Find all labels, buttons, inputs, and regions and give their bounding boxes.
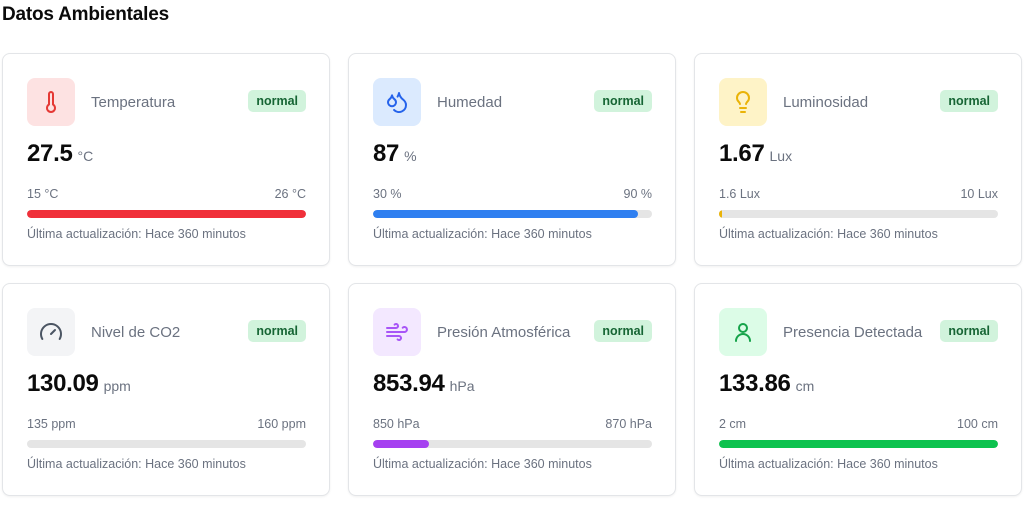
sensor-card-temperatura: Temperatura normal 27.5 °C 15 °C 26 °C Ú… — [2, 53, 330, 266]
progress-track — [719, 210, 998, 218]
progress-track — [373, 440, 652, 448]
sensor-value: 27.5 — [27, 140, 73, 167]
range-min: 1.6 Lux — [719, 187, 761, 201]
sensor-value: 1.67 — [719, 140, 765, 167]
last-updated: Última actualización: Hace 360 minutos — [719, 457, 938, 471]
progress-fill — [719, 210, 722, 218]
value-row: 87 % — [373, 140, 417, 168]
last-updated: Última actualización: Hace 360 minutos — [27, 457, 246, 471]
sensor-label: Temperatura — [91, 94, 176, 111]
range-max: 10 Lux — [960, 187, 998, 201]
sensor-label: Presión Atmosférica — [437, 324, 571, 341]
range-min: 30 % — [373, 187, 402, 201]
last-updated: Última actualización: Hace 360 minutos — [373, 227, 592, 241]
sensor-unit: °C — [77, 148, 94, 164]
status-badge: normal — [940, 320, 998, 342]
sensor-card-co2: Nivel de CO2 normal 130.09 ppm 135 ppm 1… — [2, 283, 330, 496]
value-row: 27.5 °C — [27, 140, 93, 168]
sensor-value: 133.86 — [719, 370, 791, 397]
progress-fill — [27, 210, 306, 218]
last-updated: Última actualización: Hace 360 minutos — [719, 227, 938, 241]
status-badge: normal — [248, 320, 306, 342]
progress-fill — [373, 210, 639, 218]
range-max: 870 hPa — [605, 417, 652, 431]
sensor-label: Nivel de CO2 — [91, 324, 181, 341]
range-min: 2 cm — [719, 417, 747, 431]
range-min: 850 hPa — [373, 417, 420, 431]
sensor-grid: Temperatura normal 27.5 °C 15 °C 26 °C Ú… — [2, 53, 1022, 496]
range-max: 90 % — [623, 187, 653, 201]
status-badge: normal — [594, 320, 652, 342]
range-max: 160 ppm — [257, 417, 306, 431]
lightbulb-icon — [719, 78, 767, 126]
range-max: 26 °C — [274, 187, 306, 201]
progress-track — [27, 440, 306, 448]
range-max: 100 cm — [957, 417, 998, 431]
sensor-card-presencia: Presencia Detectada normal 133.86 cm 2 c… — [694, 283, 1022, 496]
status-badge: normal — [248, 90, 306, 112]
sensor-label: Presencia Detectada — [783, 324, 923, 341]
sensor-card-humedad: Humedad normal 87 % 30 % 90 % Última act… — [348, 53, 676, 266]
range-min: 135 ppm — [27, 417, 76, 431]
value-row: 1.67 Lux — [719, 140, 792, 168]
progress-fill — [719, 440, 998, 448]
range-min: 15 °C — [27, 187, 59, 201]
page-title: Datos Ambientales — [2, 4, 169, 25]
sensor-unit: Lux — [769, 148, 793, 164]
status-badge: normal — [594, 90, 652, 112]
sensor-unit: ppm — [103, 378, 131, 394]
value-row: 133.86 cm — [719, 370, 814, 398]
sensor-unit: hPa — [449, 378, 475, 394]
last-updated: Última actualización: Hace 360 minutos — [373, 457, 592, 471]
wind-icon — [373, 308, 421, 356]
sensor-value: 130.09 — [27, 370, 99, 397]
sensor-label: Humedad — [437, 94, 503, 111]
person-icon — [719, 308, 767, 356]
sensor-unit: % — [404, 148, 417, 164]
progress-track — [719, 440, 998, 448]
sensor-label: Luminosidad — [783, 94, 869, 111]
droplets-icon — [373, 78, 421, 126]
progress-track — [373, 210, 652, 218]
progress-fill — [373, 440, 429, 448]
value-row: 853.94 hPa — [373, 370, 475, 398]
thermometer-icon — [27, 78, 75, 126]
status-badge: normal — [940, 90, 998, 112]
sensor-card-presion: Presión Atmosférica normal 853.94 hPa 85… — [348, 283, 676, 496]
sensor-card-luminosidad: Luminosidad normal 1.67 Lux 1.6 Lux 10 L… — [694, 53, 1022, 266]
progress-track — [27, 210, 306, 218]
gauge-icon — [27, 308, 75, 356]
value-row: 130.09 ppm — [27, 370, 131, 398]
last-updated: Última actualización: Hace 360 minutos — [27, 227, 246, 241]
sensor-value: 87 — [373, 140, 400, 167]
sensor-value: 853.94 — [373, 370, 445, 397]
sensor-unit: cm — [795, 378, 815, 394]
